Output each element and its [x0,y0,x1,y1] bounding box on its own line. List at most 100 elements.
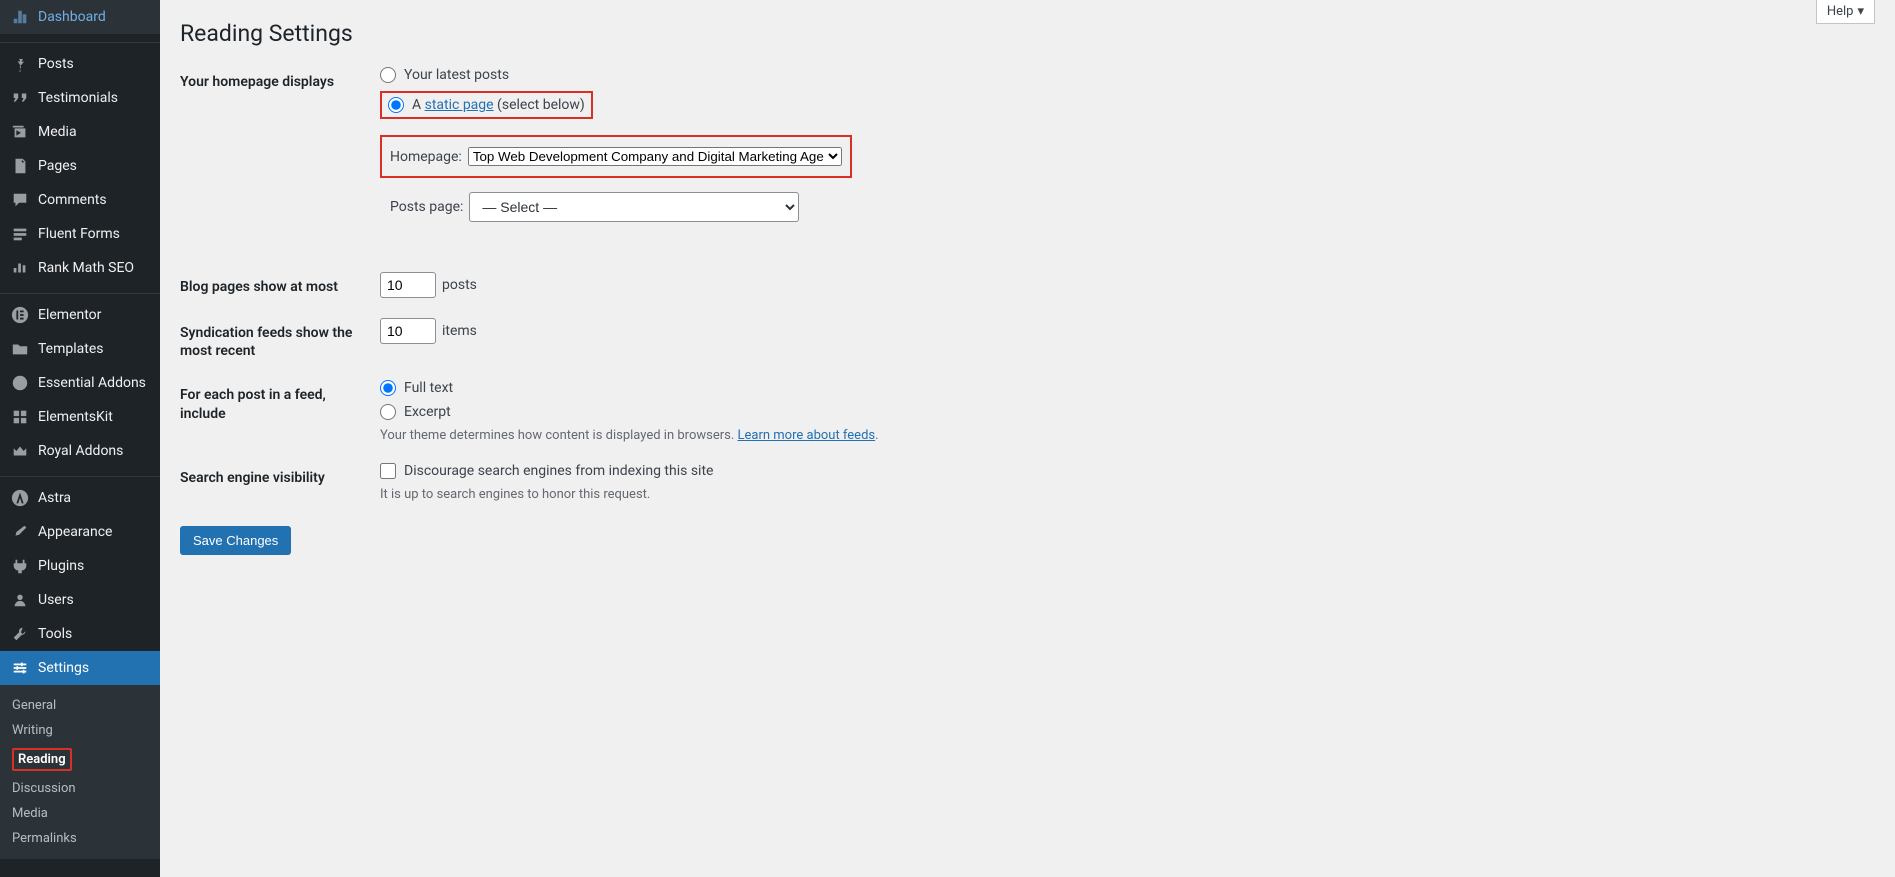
posts-page-label: Posts page: [390,199,463,215]
blog-pages-label: Blog pages show at most [180,272,360,296]
sidebar-item-media[interactable]: Media [0,115,160,149]
radio-excerpt[interactable]: Excerpt [380,404,1875,420]
static-page-link[interactable]: static page [425,97,494,113]
homepage-displays-field: Your latest posts A static page (select … [380,67,1875,222]
submenu-discussion[interactable]: Discussion [0,776,160,801]
radio-excerpt-input[interactable] [380,404,396,420]
sidebar-item-pages[interactable]: Pages [0,149,160,183]
media-icon [10,122,30,142]
sidebar-item-plugins[interactable]: Plugins [0,549,160,583]
radio-full-text[interactable]: Full text [380,380,1875,396]
sidebar-item-users[interactable]: Users [0,583,160,617]
sidebar-item-testimonials[interactable]: Testimonials [0,81,160,115]
homepage-select-label: Homepage: [390,149,462,165]
sidebar-item-essential-addons[interactable]: Essential Addons [0,366,160,400]
syndication-field: items [380,318,1875,344]
submenu-media[interactable]: Media [0,801,160,826]
sidebar-item-appearance[interactable]: Appearance [0,515,160,549]
admin-sidebar: Dashboard Posts Testimonials Media Pages… [0,0,160,877]
blog-pages-field: posts [380,272,1875,298]
radio-static-page-input[interactable] [388,97,404,113]
sidebar-item-tools[interactable]: Tools [0,617,160,651]
elementor-icon [10,305,30,325]
submenu-permalinks[interactable]: Permalinks [0,826,160,851]
settings-form: Your homepage displays Your latest posts… [180,67,1875,502]
sidebar-item-comments[interactable]: Comments [0,183,160,217]
help-label: Help [1827,4,1854,19]
feed-include-field: Full text Excerpt Your theme determines … [380,380,1875,443]
radio-latest-posts-input[interactable] [380,67,396,83]
radio-full-text-label: Full text [404,380,453,396]
submenu-writing[interactable]: Writing [0,718,160,743]
folder-icon [10,339,30,359]
radio-latest-posts[interactable]: Your latest posts [380,67,1875,83]
brush-icon [10,522,30,542]
radio-latest-posts-label: Your latest posts [404,67,509,83]
syndication-input[interactable] [380,318,436,344]
sidebar-item-label: Media [38,124,77,140]
sidebar-item-label: Testimonials [38,90,118,106]
sidebar-item-label: Appearance [38,524,112,540]
syndication-label: Syndication feeds show the most recent [180,318,360,360]
sidebar-item-label: Templates [38,341,104,357]
page-title: Reading Settings [180,20,1875,47]
sidebar-item-elementskit[interactable]: ElementsKit [0,400,160,434]
syndication-suffix: items [442,323,477,339]
learn-more-feeds-link[interactable]: Learn more about feeds [738,428,876,443]
content-area: Help ▾ Reading Settings Your homepage di… [160,0,1895,877]
sidebar-item-label: Astra [38,490,71,506]
tools-icon [10,624,30,644]
sidebar-item-label: Settings [38,660,89,676]
comments-icon [10,190,30,210]
sidebar-item-label: Posts [38,56,74,72]
checkbox-discourage-label: Discourage search engines from indexing … [404,463,713,479]
sidebar-item-templates[interactable]: Templates [0,332,160,366]
highlight-reading: Reading [12,748,72,771]
homepage-select[interactable]: Top Web Development Company and Digital … [468,147,842,166]
posts-page-select[interactable]: — Select — [469,192,799,222]
quotes-icon [10,88,30,108]
ea-icon [10,373,30,393]
sidebar-item-label: Tools [38,626,72,642]
separator [0,289,160,294]
sidebar-item-label: Users [38,592,74,608]
help-tab[interactable]: Help ▾ [1816,0,1875,24]
sidebar-item-rank-math[interactable]: Rank Math SEO [0,251,160,285]
pin-icon [10,54,30,74]
static-prefix: A [412,97,425,113]
search-visibility-field: Discourage search engines from indexing … [380,463,1875,502]
plugin-icon [10,556,30,576]
sidebar-item-label: ElementsKit [38,409,113,425]
submenu-reading[interactable]: Reading [0,743,160,776]
separator [0,38,160,43]
sidebar-item-settings[interactable]: Settings [0,651,160,685]
search-visibility-label: Search engine visibility [180,463,360,487]
checkbox-discourage-search[interactable]: Discourage search engines from indexing … [380,463,1875,479]
sidebar-item-label: Rank Math SEO [38,260,134,276]
submenu-general[interactable]: General [0,693,160,718]
sidebar-item-posts[interactable]: Posts [0,47,160,81]
search-visibility-desc: It is up to search engines to honor this… [380,487,1875,502]
chart-icon [10,258,30,278]
crown-icon [10,441,30,461]
sidebar-item-label: Plugins [38,558,84,574]
feed-desc-suffix: . [875,428,878,443]
static-suffix: (select below) [494,97,585,113]
sidebar-item-dashboard[interactable]: Dashboard [0,0,160,34]
save-changes-button[interactable]: Save Changes [180,526,291,555]
feed-description: Your theme determines how content is dis… [380,428,1875,443]
blog-pages-input[interactable] [380,272,436,298]
sidebar-item-fluent-forms[interactable]: Fluent Forms [0,217,160,251]
sidebar-item-royal-addons[interactable]: Royal Addons [0,434,160,468]
users-icon [10,590,30,610]
sidebar-item-label: Dashboard [38,9,106,25]
sidebar-item-elementor[interactable]: Elementor [0,298,160,332]
sidebar-item-astra[interactable]: Astra [0,481,160,515]
sidebar-item-label: Fluent Forms [38,226,120,242]
astra-icon [10,488,30,508]
radio-full-text-input[interactable] [380,380,396,396]
forms-icon [10,224,30,244]
checkbox-discourage-input[interactable] [380,463,396,479]
radio-excerpt-label: Excerpt [404,404,451,420]
radio-static-page[interactable]: A static page (select below) [388,97,585,113]
